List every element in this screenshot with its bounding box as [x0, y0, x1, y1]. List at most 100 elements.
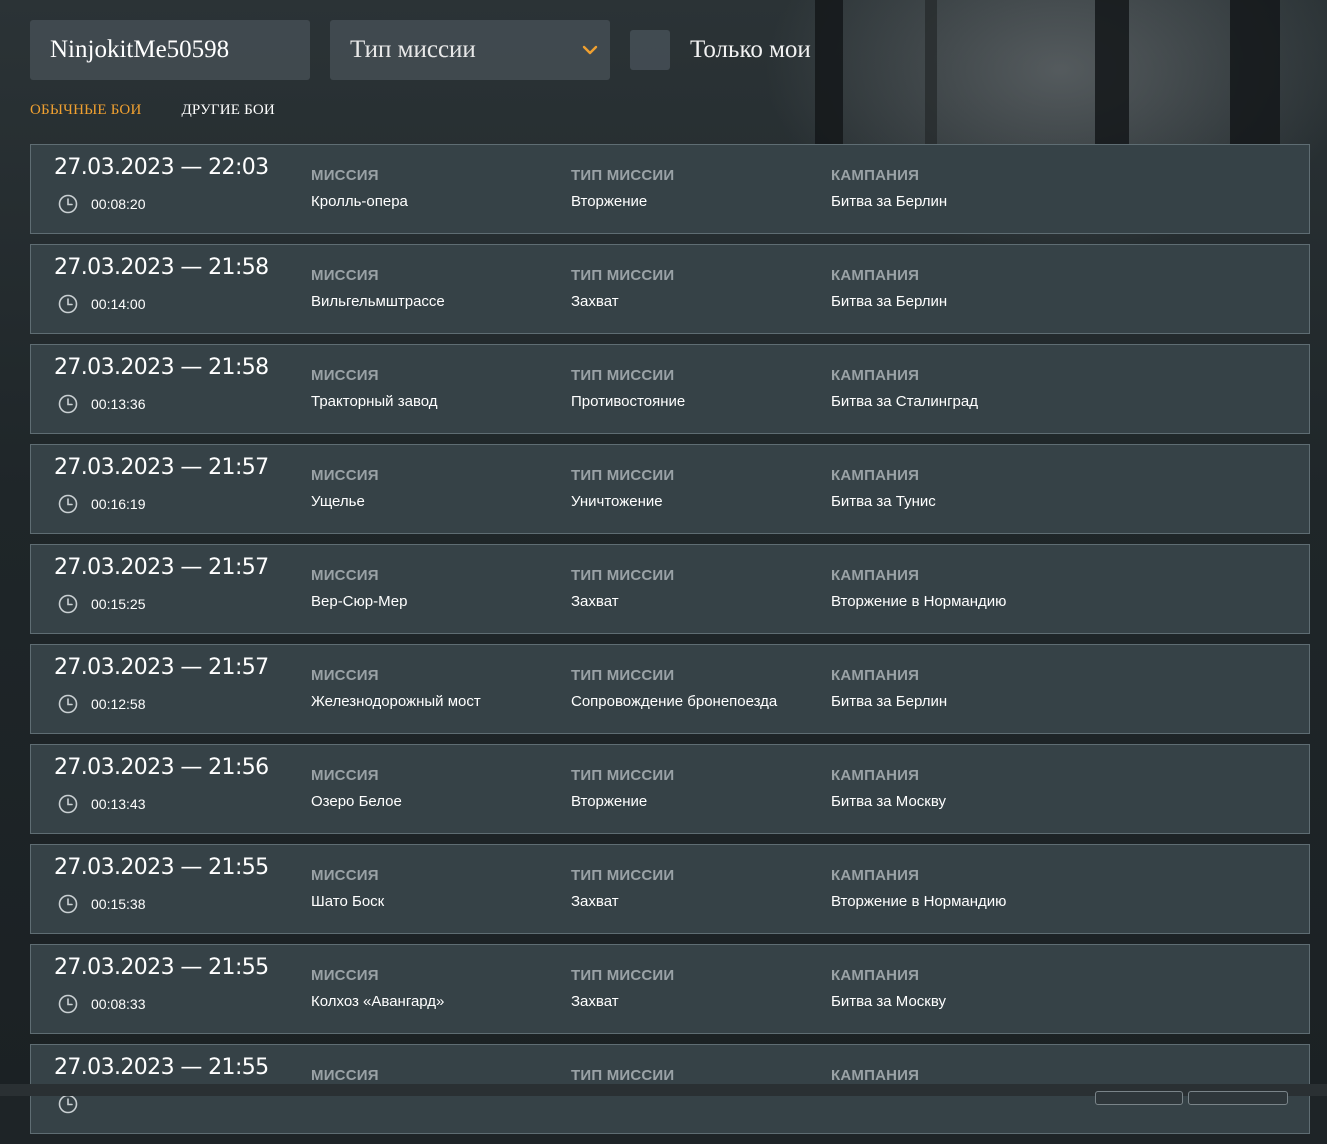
campaign-value: Битва за Берлин — [831, 293, 948, 310]
battle-duration: 00:16:19 — [91, 496, 146, 512]
mission-type-value: Захват — [571, 293, 619, 310]
mission-value: Железнодорожный мост — [311, 693, 481, 710]
mission-header: Миссия — [311, 467, 379, 484]
battle-datetime: 27.03.2023 — 21:57 — [54, 655, 269, 680]
campaign-column: Кампания Битва за Москву — [831, 767, 946, 810]
mission-column: Миссия Ущелье — [311, 467, 379, 510]
campaign-column: Кампания Битва за Берлин — [831, 267, 947, 310]
battle-duration: 00:14:00 — [91, 296, 146, 312]
battle-row[interactable]: 27.03.2023 — 21:55 00:08:33 Миссия Колхоз «… — [30, 944, 1310, 1034]
campaign-header: Кампания — [831, 667, 920, 684]
mission-header: Миссия — [311, 967, 379, 984]
mission-value: Шато Боск — [311, 893, 385, 910]
battle-datetime: 27.03.2023 — 21:58 — [54, 255, 269, 280]
clock-icon — [58, 794, 78, 814]
battle-row[interactable]: 27.03.2023 — 21:57 00:12:58 Миссия Железнод… — [30, 644, 1310, 734]
pagination-button[interactable] — [1095, 1091, 1183, 1105]
tab-other-battles[interactable]: Другие бои — [181, 102, 274, 119]
mission-value: Тракторный завод — [311, 393, 438, 410]
campaign-header: Кампания — [831, 167, 920, 184]
only-mine-label: Только мои — [690, 36, 811, 63]
battle-datetime: 27.03.2023 — 21:55 — [54, 1055, 269, 1080]
player-name-input[interactable] — [30, 20, 310, 80]
battle-row[interactable]: 27.03.2023 — 21:58 00:13:36 Миссия Тракторн… — [30, 344, 1310, 434]
battle-tabs: Обычные бои Другие бои — [30, 102, 315, 119]
battle-list: 27.03.2023 — 22:03 00:08:20 Миссия Кролль-о… — [30, 144, 1310, 1144]
battle-datetime: 27.03.2023 — 21:55 — [54, 855, 269, 880]
mission-type-column: Тип миссии Уничтожение — [571, 467, 674, 510]
mission-header: Миссия — [311, 667, 379, 684]
campaign-column: Кампания Вторжение в Нормандию — [831, 567, 1006, 610]
mission-column: Миссия Вер-Сюр-Мер — [311, 567, 407, 610]
mission-type-value: Вторжение — [571, 193, 648, 210]
campaign-value: Битва за Тунис — [831, 493, 936, 510]
mission-type-column: Тип миссии Сопровождение бронепоезда — [571, 667, 777, 710]
mission-type-header: Тип миссии — [571, 967, 675, 984]
clock-icon — [58, 594, 78, 614]
mission-header: Миссия — [311, 367, 379, 384]
mission-column: Миссия Вильгельмштрассе — [311, 267, 445, 310]
clock-icon — [58, 694, 78, 714]
mission-type-column: Тип миссии Вторжение — [571, 767, 674, 810]
campaign-column: Кампания Битва за Москву — [831, 967, 946, 1010]
campaign-value: Вторжение в Нормандию — [831, 593, 1007, 610]
battle-duration: 00:15:25 — [91, 596, 146, 612]
battle-row[interactable]: 27.03.2023 — 22:03 00:08:20 Миссия Кролль-о… — [30, 144, 1310, 234]
battle-duration: 00:08:20 — [91, 196, 146, 212]
mission-column: Миссия Озеро Белое — [311, 767, 402, 810]
mission-type-column: Тип миссии Захват — [571, 567, 674, 610]
campaign-column: Кампания Битва за Берлин — [831, 667, 947, 710]
battle-duration: 00:08:33 — [91, 996, 146, 1012]
battle-row[interactable]: 27.03.2023 — 21:57 00:15:25 Миссия Вер-Сюр-… — [30, 544, 1310, 634]
campaign-header: Кампания — [831, 367, 920, 384]
battle-row[interactable]: 27.03.2023 — 21:58 00:14:00 Миссия Вильгель… — [30, 244, 1310, 334]
mission-type-value: Сопровождение бронепоезда — [571, 693, 778, 710]
mission-type-column: Тип миссии Захват — [571, 267, 674, 310]
mission-type-value: Захват — [571, 593, 619, 610]
clock-icon — [58, 894, 78, 914]
clock-icon — [58, 1094, 78, 1114]
mission-type-header: Тип миссии — [571, 1067, 675, 1084]
mission-type-header: Тип миссии — [571, 267, 675, 284]
mission-value: Кролль-опера — [311, 193, 408, 210]
mission-header: Миссия — [311, 767, 379, 784]
battle-duration: 00:12:58 — [91, 696, 146, 712]
clock-icon — [58, 494, 78, 514]
mission-type-value: Захват — [571, 993, 619, 1010]
mission-type-header: Тип миссии — [571, 667, 675, 684]
mission-type-value: Противостояние — [571, 393, 686, 410]
campaign-value: Битва за Москву — [831, 993, 946, 1010]
mission-type-select[interactable]: Тип миссии — [330, 20, 610, 80]
campaign-value: Вторжение в Нормандию — [831, 893, 1007, 910]
mission-column: Миссия Шато Боск — [311, 867, 384, 910]
battle-datetime: 27.03.2023 — 21:57 — [54, 555, 269, 580]
mission-header: Миссия — [311, 167, 379, 184]
campaign-column: Кампания Вторжение в Нормандию — [831, 867, 1006, 910]
battle-datetime: 27.03.2023 — 21:55 — [54, 955, 269, 980]
battle-duration: 00:15:38 — [91, 896, 146, 912]
mission-type-value: Захват — [571, 893, 619, 910]
campaign-header: Кампания — [831, 467, 920, 484]
tab-regular-battles[interactable]: Обычные бои — [30, 102, 141, 119]
only-mine-checkbox[interactable] — [630, 30, 670, 70]
battle-row[interactable]: 27.03.2023 — 21:57 00:16:19 Миссия Ущелье Ти… — [30, 444, 1310, 534]
mission-type-header: Тип миссии — [571, 767, 675, 784]
battle-datetime: 27.03.2023 — 22:03 — [54, 155, 269, 180]
mission-header: Миссия — [311, 267, 379, 284]
battle-datetime: 27.03.2023 — 21:58 — [54, 355, 269, 380]
battle-row[interactable]: 27.03.2023 — 21:56 00:13:43 Миссия Озеро Бе… — [30, 744, 1310, 834]
background-pillar — [1095, 0, 1129, 150]
mission-column: Миссия Колхоз «Авангард» — [311, 967, 444, 1010]
campaign-value: Битва за Сталинград — [831, 393, 978, 410]
campaign-header: Кампания — [831, 567, 920, 584]
battle-row[interactable]: 27.03.2023 — 21:55 00:15:38 Миссия Шато Бос… — [30, 844, 1310, 934]
mission-type-value: Уничтожение — [571, 493, 663, 510]
clock-icon — [58, 194, 78, 214]
campaign-column: Кампания Битва за Тунис — [831, 467, 936, 510]
mission-type-column: Тип миссии Захват — [571, 867, 674, 910]
mission-value: Ущелье — [311, 493, 365, 510]
campaign-value: Битва за Берлин — [831, 693, 948, 710]
mission-value: Колхоз «Авангард» — [311, 993, 445, 1010]
pagination-button[interactable] — [1188, 1091, 1288, 1105]
campaign-column: Кампания Битва за Сталинград — [831, 367, 978, 410]
